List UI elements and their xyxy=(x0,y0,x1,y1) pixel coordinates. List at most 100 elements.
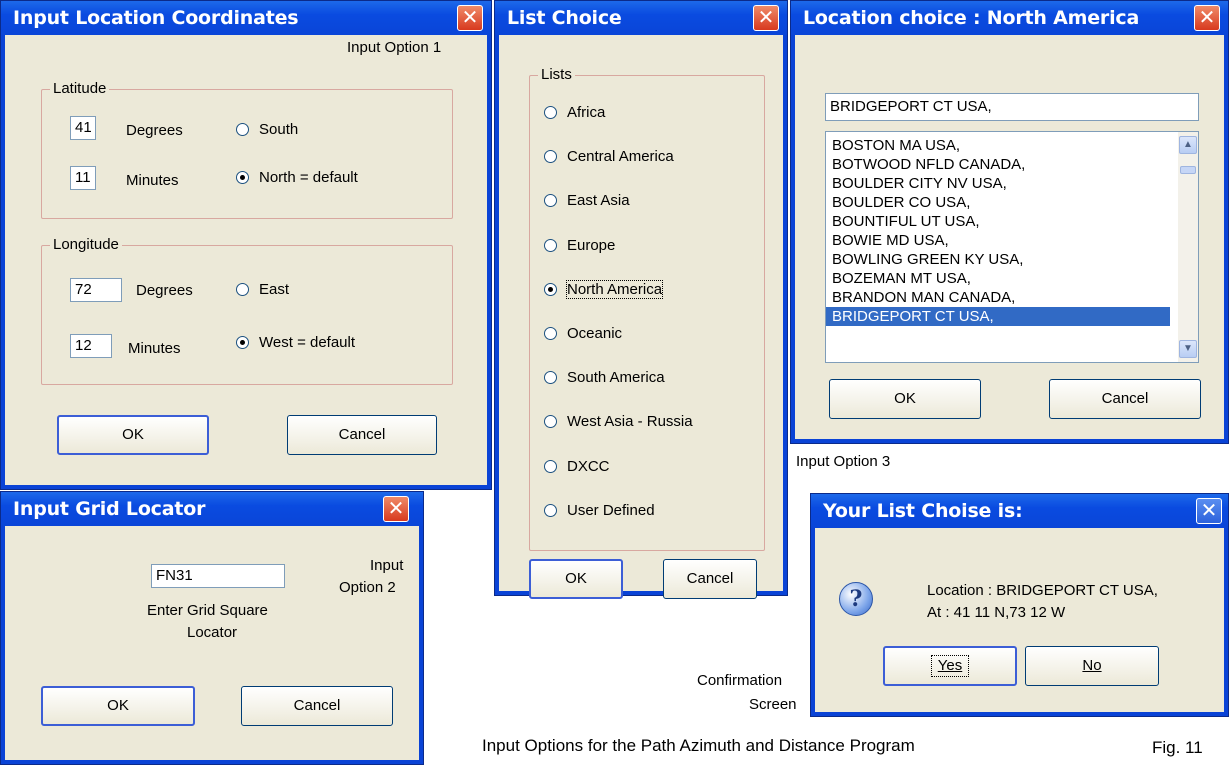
lists-group: Lists Africa Central America East Asia Euro… xyxy=(529,66,765,551)
list-option-label: Oceanic xyxy=(567,325,623,342)
location-listbox[interactable]: BOSTON MA USA, BOTWOOD NFLD CANADA, BOULDE… xyxy=(825,131,1199,363)
radio-button[interactable] xyxy=(544,238,557,252)
list-item[interactable]: BOULDER CITY NV USA, xyxy=(826,174,1170,193)
list-item[interactable]: BOTWOOD NFLD CANADA, xyxy=(826,155,1170,174)
list-item[interactable]: BOULDER CO USA, xyxy=(826,193,1170,212)
list-option-label: South America xyxy=(567,369,665,387)
list-option-radio[interactable]: South America xyxy=(544,369,665,386)
ok-label: OK xyxy=(107,697,129,714)
scroll-down-icon[interactable]: ▼ xyxy=(1179,340,1197,358)
cancel-label: Cancel xyxy=(293,697,341,714)
confirmation-label-line1: Confirmation xyxy=(697,672,783,689)
close-icon[interactable]: ✕ xyxy=(1194,5,1220,31)
dialog-body: Lists Africa Central America East Asia Euro… xyxy=(499,35,783,599)
input-option-label-line2: Option 2 xyxy=(339,579,396,596)
window-title: List Choice xyxy=(507,7,622,29)
ok-button[interactable]: OK xyxy=(529,559,623,599)
radio-button-selected[interactable] xyxy=(236,171,249,184)
list-item[interactable]: BOWIE MD USA, xyxy=(826,231,1170,250)
title-bar[interactable]: Input Grid Locator ✕ xyxy=(1,492,423,526)
cancel-label: Cancel xyxy=(686,570,734,587)
west-radio[interactable]: West = default xyxy=(236,334,355,351)
radio-button[interactable] xyxy=(544,327,557,340)
list-item[interactable]: BOZEMAN MT USA, xyxy=(826,269,1170,288)
list-option-radio[interactable]: Oceanic xyxy=(544,325,622,342)
radio-button[interactable] xyxy=(544,194,557,208)
radio-button[interactable] xyxy=(544,150,557,164)
yes-button[interactable]: Yes xyxy=(883,646,1017,686)
radio-button[interactable] xyxy=(544,371,557,385)
radio-button[interactable] xyxy=(236,123,249,136)
close-icon[interactable]: ✕ xyxy=(753,5,779,31)
location-input[interactable]: BRIDGEPORT CT USA, xyxy=(825,93,1199,121)
title-bar[interactable]: Location choice : North America ✕ xyxy=(791,1,1228,35)
list-item[interactable]: BRANDON MAN CANADA, xyxy=(826,288,1170,307)
list-option-radio[interactable]: West Asia - Russia xyxy=(544,413,693,430)
south-label: South xyxy=(259,121,299,138)
yes-label: Yes xyxy=(930,655,970,677)
latitude-degrees-field[interactable]: 41 xyxy=(70,116,96,140)
input-location-coordinates-window: Input Location Coordinates ✕ Input Optio… xyxy=(0,0,492,490)
dialog-body: BRIDGEPORT CT USA, BOSTON MA USA, BOTWOOD… xyxy=(795,35,1224,439)
ok-button[interactable]: OK xyxy=(41,686,195,726)
longitude-degrees-label: Degrees xyxy=(136,282,193,299)
list-item[interactable]: BOSTON MA USA, xyxy=(826,136,1170,155)
list-item[interactable]: BOUNTIFUL UT USA, xyxy=(826,212,1170,231)
radio-button-selected[interactable] xyxy=(236,336,249,349)
latitude-degrees-label: Degrees xyxy=(126,122,183,139)
grid-locator-field[interactable]: FN31 xyxy=(151,564,285,588)
cancel-button[interactable]: Cancel xyxy=(1049,379,1201,419)
radio-button[interactable] xyxy=(544,503,557,517)
cancel-button[interactable]: Cancel xyxy=(241,686,393,726)
list-option-radio[interactable]: North America xyxy=(544,279,664,299)
longitude-minutes-field[interactable]: 12 xyxy=(70,334,112,358)
title-bar[interactable]: List Choice ✕ xyxy=(495,1,787,35)
list-option-radio[interactable]: DXCC xyxy=(544,458,610,475)
close-icon[interactable]: ✕ xyxy=(457,5,483,31)
list-option-label: East Asia xyxy=(567,192,630,210)
list-item[interactable]: BRIDGEPORT CT USA, xyxy=(826,307,1170,326)
list-item[interactable]: BOWLING GREEN KY USA, xyxy=(826,250,1170,269)
longitude-degrees-field[interactable]: 72 xyxy=(70,278,122,302)
no-button[interactable]: No xyxy=(1025,646,1159,686)
title-bar[interactable]: Your List Choise is: ✕ xyxy=(811,494,1228,528)
cancel-button[interactable]: Cancel xyxy=(663,559,757,599)
close-icon[interactable]: ✕ xyxy=(1196,498,1222,524)
north-radio[interactable]: North = default xyxy=(236,169,358,186)
location-items: BOSTON MA USA, BOTWOOD NFLD CANADA, BOULDE… xyxy=(826,132,1198,326)
radio-button[interactable] xyxy=(544,415,557,429)
north-label: North = default xyxy=(259,169,358,186)
scroll-thumb[interactable] xyxy=(1180,166,1196,174)
radio-button[interactable] xyxy=(544,106,557,119)
list-option-radio[interactable]: Africa xyxy=(544,104,605,121)
east-label: East xyxy=(259,281,290,298)
south-radio[interactable]: South xyxy=(236,121,298,138)
scrollbar[interactable]: ▲ ▼ xyxy=(1178,132,1198,362)
ok-button[interactable]: OK xyxy=(829,379,981,419)
radio-button[interactable] xyxy=(544,282,557,296)
latitude-minutes-field[interactable]: 11 xyxy=(70,166,96,190)
cancel-button[interactable]: Cancel xyxy=(287,415,437,455)
latitude-minutes-label: Minutes xyxy=(126,172,179,189)
location-choice-window: Location choice : North America ✕ BRIDGE… xyxy=(790,0,1229,444)
list-option-label: Central America xyxy=(567,148,674,166)
west-label: West = default xyxy=(259,334,356,351)
list-option-label: Africa xyxy=(567,104,606,121)
lists-label: Lists xyxy=(538,66,575,83)
radio-button[interactable] xyxy=(236,283,249,296)
title-bar[interactable]: Input Location Coordinates ✕ xyxy=(1,1,491,35)
list-option-radio[interactable]: Central America xyxy=(544,148,674,165)
east-radio[interactable]: East xyxy=(236,281,289,298)
list-option-radio[interactable]: Europe xyxy=(544,237,615,254)
radio-button[interactable] xyxy=(544,459,557,473)
figure-caption: Input Options for the Path Azimuth and D… xyxy=(482,736,915,755)
location-line: Location : BRIDGEPORT CT USA, xyxy=(927,582,1158,599)
list-option-radio[interactable]: East Asia xyxy=(544,192,630,209)
longitude-label: Longitude xyxy=(50,236,122,253)
ok-button[interactable]: OK xyxy=(57,415,209,455)
close-icon[interactable]: ✕ xyxy=(383,496,409,522)
input-option-label-line1: Input xyxy=(370,557,404,574)
list-option-radio[interactable]: User Defined xyxy=(544,502,655,519)
scroll-up-icon[interactable]: ▲ xyxy=(1179,136,1197,154)
cancel-label: Cancel xyxy=(1101,390,1149,407)
